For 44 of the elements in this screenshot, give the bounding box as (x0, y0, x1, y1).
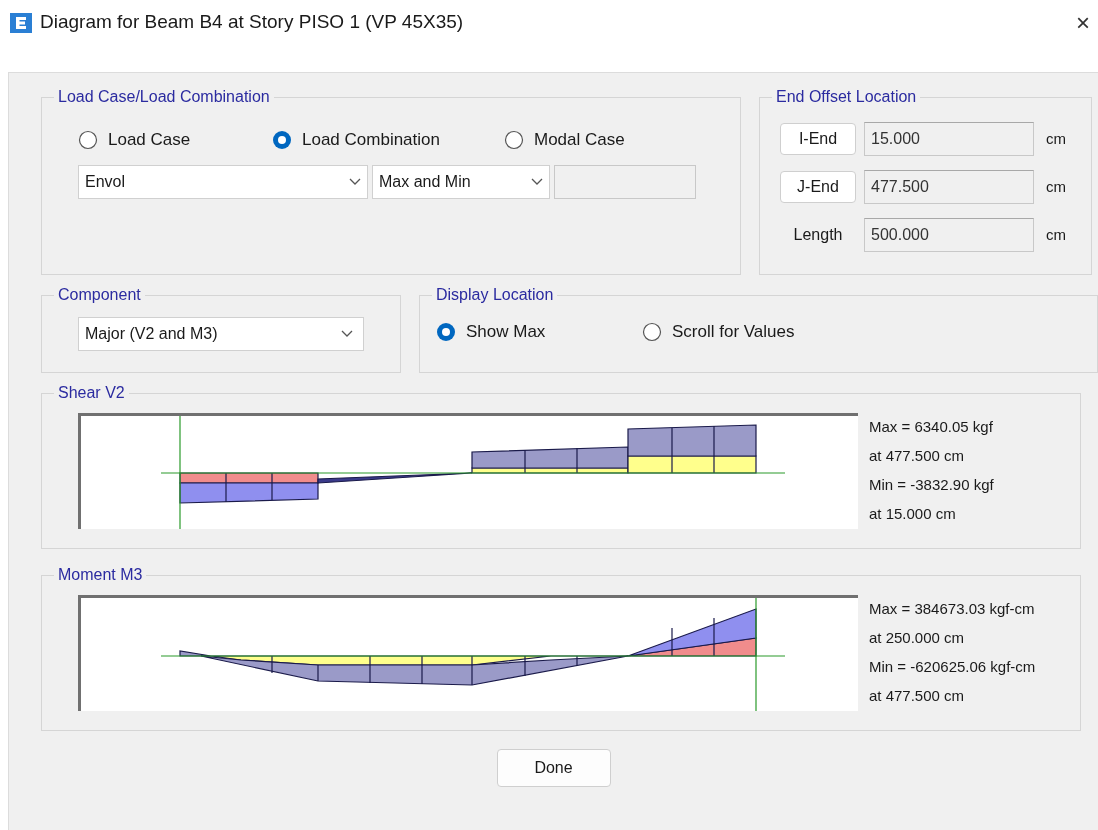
readout-text: at 477.500 cm (869, 446, 966, 466)
close-button[interactable]: × (1072, 4, 1094, 41)
readout-text: Min = -3832.90 kgf (869, 475, 994, 495)
input-field[interactable]: 500.000 (864, 218, 1034, 252)
radio-button[interactable] (504, 129, 524, 150)
end-button[interactable]: I-End (780, 123, 856, 155)
group-title: Display Location (435, 285, 555, 305)
app-logo-icon (10, 12, 32, 33)
readout-text: Max = 384673.03 kgf-cm (869, 599, 1036, 619)
group-title: Moment M3 (57, 565, 144, 585)
radio-button[interactable] (272, 129, 292, 150)
radio-label[interactable]: Load Combination (302, 127, 440, 153)
dropdown[interactable]: Major (V2 and M3) (78, 317, 364, 351)
input-field[interactable]: 15.000 (864, 122, 1034, 156)
chevron-down-icon (349, 177, 361, 186)
radio-button[interactable] (78, 129, 98, 150)
group-title: Component (57, 285, 142, 305)
dropdown[interactable]: Envol (78, 164, 368, 199)
radio-label[interactable]: Show Max (466, 319, 546, 345)
dropdown[interactable]: Max and Min (372, 164, 550, 199)
readout-text: Min = -620625.06 kgf-cm (869, 657, 1036, 677)
field-label: Length (792, 225, 844, 245)
done-button[interactable]: Done (496, 749, 611, 787)
radio-button[interactable] (436, 321, 456, 342)
readout-text: Max = 6340.05 kgf (869, 417, 994, 437)
readout-text: at 250.000 cm (869, 628, 966, 648)
radio-button[interactable] (642, 321, 662, 342)
input-field[interactable] (554, 164, 696, 199)
group-title: End Offset Location (775, 87, 918, 107)
unit-label: cm (1046, 128, 1066, 149)
radio-label[interactable]: Load Case (108, 127, 191, 153)
unit-label: cm (1046, 224, 1066, 245)
group-title: Load Case/Load Combination (57, 87, 271, 107)
input-field[interactable]: 477.500 (864, 170, 1034, 204)
group-title: Shear V2 (57, 383, 126, 403)
readout-text: at 15.000 cm (869, 504, 957, 524)
end-button[interactable]: J-End (780, 171, 856, 203)
radio-label[interactable]: Modal Case (534, 127, 625, 153)
chevron-down-icon (531, 177, 543, 186)
chevron-down-icon (341, 330, 353, 338)
window-title: Diagram for Beam B4 at Story PISO 1 (VP 45X35) (40, 10, 465, 35)
unit-label: cm (1046, 176, 1066, 197)
radio-label[interactable]: Scroll for Values (672, 319, 795, 345)
readout-text: at 477.500 cm (869, 686, 966, 706)
